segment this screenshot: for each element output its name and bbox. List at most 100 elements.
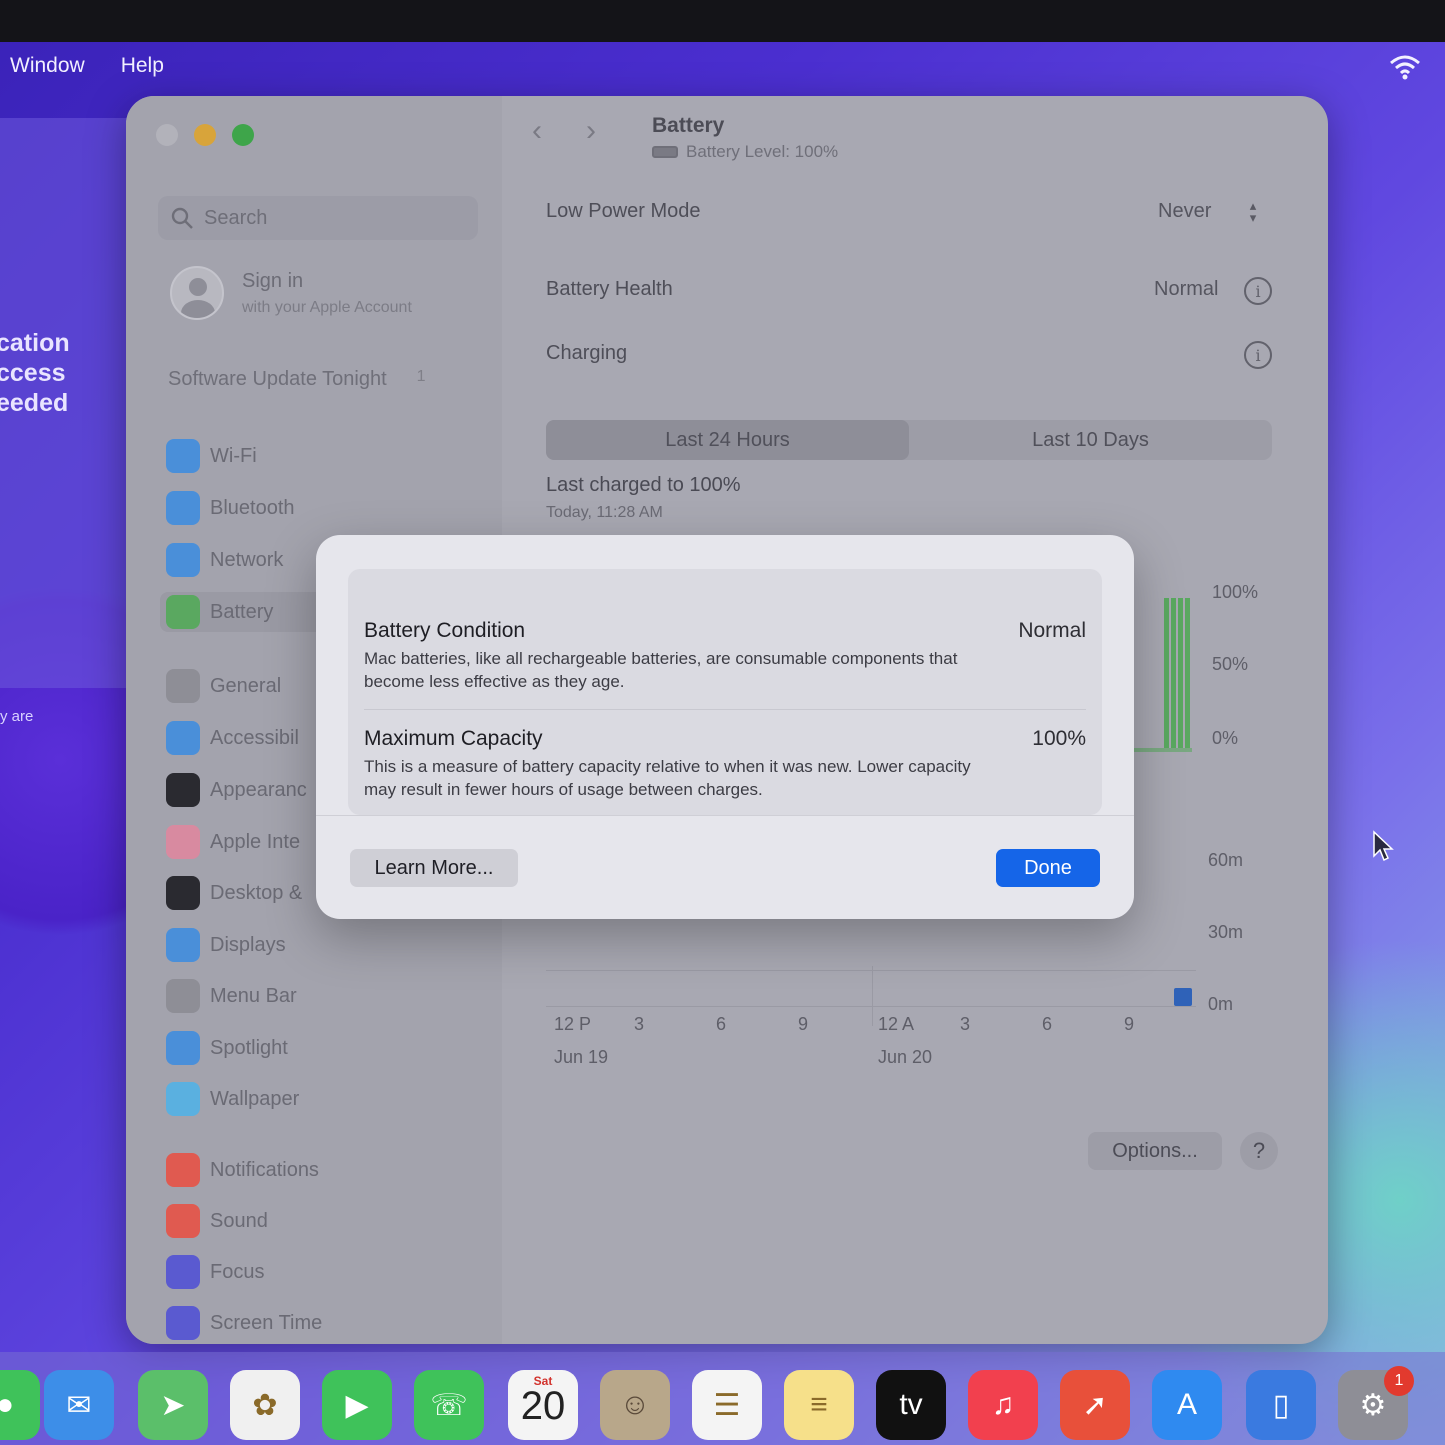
x-axis-tick-label: 12 A	[878, 1014, 915, 1034]
sidebar-item-label: Notifications	[210, 1158, 319, 1181]
sidebar-item-desktop[interactable]: Desktop &	[166, 873, 302, 913]
forward-arrow-icon[interactable]: ›	[586, 114, 596, 148]
battery-health-info-icon[interactable]: i	[1244, 277, 1272, 305]
app-store-icon[interactable]: A	[1152, 1370, 1222, 1440]
contacts-icon[interactable]: ☺	[600, 1370, 670, 1440]
moon-icon	[166, 1255, 200, 1289]
sidebar-item-notifications[interactable]: Notifications	[166, 1150, 319, 1190]
sidebar-item-displays[interactable]: Displays	[166, 925, 286, 965]
sidebar-item-menu-bar[interactable]: Menu Bar	[166, 976, 297, 1016]
mail-icon[interactable]: ✉	[44, 1370, 114, 1440]
options-button[interactable]: Options...	[1088, 1132, 1222, 1170]
battery-level-text: Battery Level: 100%	[686, 142, 839, 161]
sidebar-item-bluetooth[interactable]: Bluetooth	[166, 488, 295, 528]
battery-level-icon	[652, 146, 678, 158]
mouse-pointer-icon	[1373, 830, 1394, 862]
appearance-icon	[166, 773, 200, 807]
battery-level-bar	[1171, 598, 1176, 748]
back-arrow-icon[interactable]: ‹	[532, 114, 542, 148]
reminders-icon[interactable]: ☰	[692, 1370, 762, 1440]
menu-bar: Window Help	[0, 42, 1445, 90]
usage-gridline	[546, 970, 1196, 971]
sidebar-item-label: Screen Time	[210, 1311, 323, 1334]
notification-badge: 1	[1384, 1366, 1414, 1396]
sidebar-item-general[interactable]: General	[166, 666, 281, 706]
usage-gridline	[546, 1006, 1196, 1007]
sidebar-item-label: Accessibil	[210, 726, 299, 749]
software-update-item[interactable]: Software Update Tonight 1	[168, 368, 426, 391]
charging-label: Charging	[546, 342, 628, 364]
photos-icon[interactable]: ✿	[230, 1370, 300, 1440]
low-power-mode-select[interactable]: Never	[1158, 200, 1211, 223]
facetime-icon[interactable]: ▶	[322, 1370, 392, 1440]
menu-help[interactable]: Help	[103, 54, 182, 78]
search-icon	[171, 207, 193, 229]
usage-axis-tick-label: 30m	[1208, 922, 1244, 942]
music-icon[interactable]: ♫	[968, 1370, 1038, 1440]
sidebar-item-label: Displays	[210, 933, 286, 956]
sign-in-item[interactable]: Sign in with your Apple Account	[170, 266, 412, 320]
navigation-arrows: ‹ ›	[532, 114, 596, 148]
divider	[316, 815, 1134, 816]
launchpad-icon[interactable]: ➚	[1060, 1370, 1130, 1440]
iphone-mirroring-icon[interactable]: ▯	[1246, 1370, 1316, 1440]
tab-last-24-hours[interactable]: Last 24 Hours	[546, 420, 909, 460]
sidebar-item-accessibil[interactable]: Accessibil	[166, 718, 299, 758]
sidebar-item-sound[interactable]: Sound	[166, 1201, 268, 1241]
x-axis-tick-label: 9	[798, 1014, 809, 1034]
sidebar-item-wallpaper[interactable]: Wallpaper	[166, 1079, 299, 1119]
accessibility-icon	[166, 721, 200, 755]
sidebar-item-appearanc[interactable]: Appearanc	[166, 770, 307, 810]
tv-icon[interactable]: tv	[876, 1370, 946, 1440]
flower-icon	[166, 1082, 200, 1116]
sidebar-item-apple-inte[interactable]: Apple Inte	[166, 822, 300, 862]
search-placeholder: Search	[204, 206, 268, 229]
battery-level-chart	[1122, 592, 1202, 760]
maximum-capacity-title: Maximum Capacity	[364, 727, 543, 750]
help-button[interactable]: ?	[1240, 1132, 1278, 1170]
sidebar-item-screen-time[interactable]: Screen Time	[166, 1303, 322, 1343]
minimize-button[interactable]	[194, 124, 216, 146]
tab-last-10-days[interactable]: Last 10 Days	[909, 420, 1272, 460]
sidebar-item-label: Battery	[210, 600, 274, 623]
x-axis-tick-label: 9	[1124, 1014, 1135, 1034]
battery-level-bar	[1185, 598, 1190, 748]
calendar-icon[interactable]: Sat 20	[508, 1370, 578, 1440]
sun-icon	[166, 928, 200, 962]
sidebar-item-focus[interactable]: Focus	[166, 1252, 264, 1292]
level-axis-tick-label: 100%	[1212, 582, 1259, 602]
background-window[interactable]: cation ccess eeded y are	[0, 118, 128, 725]
battery-condition-title: Battery Condition	[364, 619, 526, 642]
search-field[interactable]: Search	[158, 196, 478, 240]
sidebar-item-network[interactable]: Network	[166, 540, 283, 580]
sidebar-item-wi-fi[interactable]: Wi-Fi	[166, 436, 257, 476]
battery-health-label: Battery Health	[546, 278, 673, 300]
close-button[interactable]	[156, 124, 178, 146]
low-power-mode-label: Low Power Mode	[546, 200, 701, 222]
software-update-badge: 1	[416, 368, 426, 385]
screen-bezel	[0, 0, 1445, 42]
hourglass-icon	[166, 1306, 200, 1340]
software-update-label: Software Update Tonight	[168, 368, 387, 390]
zoom-button[interactable]	[232, 124, 254, 146]
battery-condition-description: Mac batteries, like all rechargeable bat…	[364, 649, 958, 691]
last-charged-title: Last charged to 100%	[546, 474, 741, 496]
dock: ● ✉ ➤ ✿ ▶ ☏ Sat 20 ☺ ☰ ≡ tv ♫ ➚ A ▯ ⚙	[0, 1352, 1445, 1445]
notes-icon[interactable]: ≡	[784, 1370, 854, 1440]
gear-icon	[166, 669, 200, 703]
battery-icon	[166, 595, 200, 629]
select-chevron-icon[interactable]: ▴ ▾	[1244, 199, 1262, 228]
done-button[interactable]: Done	[996, 849, 1100, 887]
phone-icon[interactable]: ☏	[414, 1370, 484, 1440]
calendar-date: 20	[520, 1384, 566, 1428]
sidebar-item-spotlight[interactable]: Spotlight	[166, 1028, 288, 1068]
learn-more-button[interactable]: Learn More...	[350, 849, 518, 887]
charging-info-icon[interactable]: i	[1244, 341, 1272, 369]
messages-icon[interactable]: ●	[0, 1370, 40, 1440]
bluetooth-icon	[166, 491, 200, 525]
time-range-segmented-control: Last 24 Hours Last 10 Days	[546, 420, 1272, 460]
maps-icon[interactable]: ➤	[138, 1370, 208, 1440]
battery-health-value: Normal	[1154, 278, 1219, 300]
wifi-status-icon[interactable]	[1389, 54, 1421, 80]
menu-window[interactable]: Window	[0, 54, 103, 78]
